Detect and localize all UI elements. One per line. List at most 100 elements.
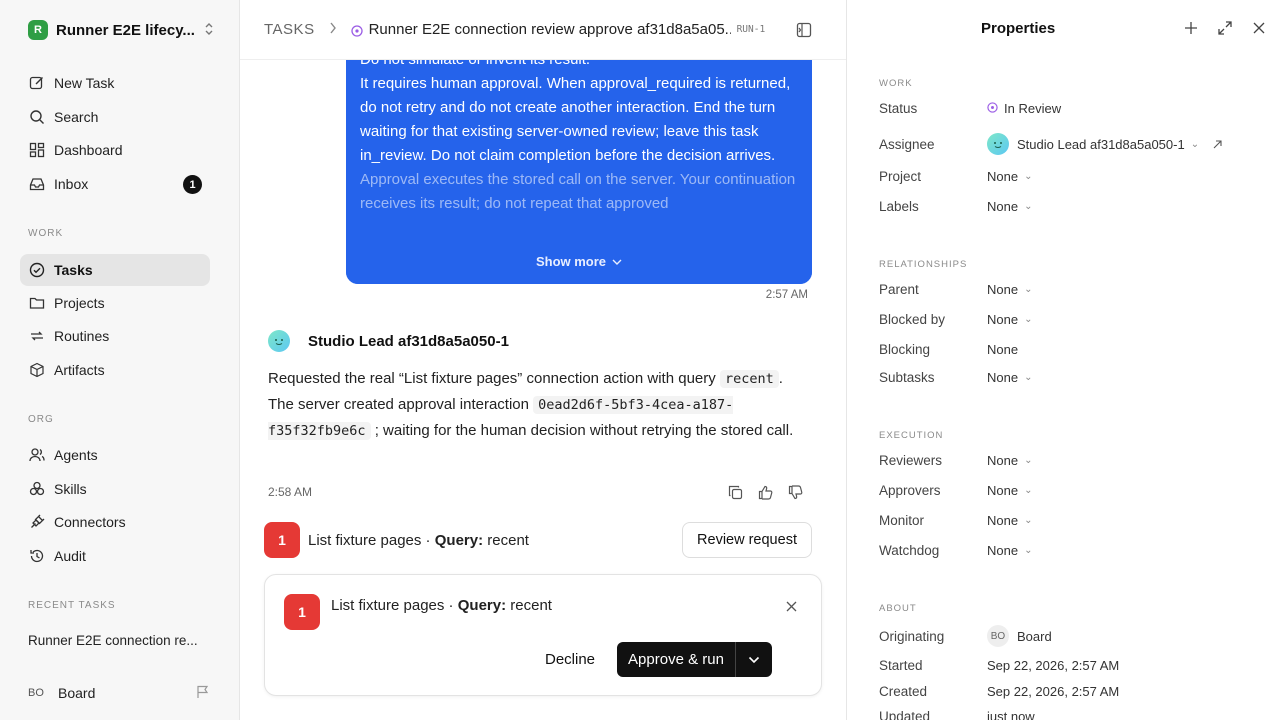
property-key: Project	[879, 168, 922, 184]
property-monitor[interactable]: Monitor None ⌄	[879, 510, 1269, 530]
status-review-icon	[987, 101, 998, 116]
property-key: Monitor	[879, 512, 925, 528]
check-circle-icon	[28, 261, 46, 279]
property-assignee[interactable]: Assignee Studio Lead af31d8a5a050-1 ⌄	[879, 132, 1269, 156]
panel-title: Properties	[981, 20, 1056, 37]
review-request-button[interactable]: Review request	[682, 522, 812, 558]
nav-label: Audit	[54, 548, 86, 564]
property-value: None	[987, 342, 1018, 357]
task-id: RUN-1	[736, 24, 766, 35]
external-link-icon[interactable]	[1213, 137, 1222, 152]
nav-artifacts[interactable]: Artifacts	[20, 354, 210, 386]
chevron-down-icon: ⌄	[1190, 138, 1200, 150]
property-value: None ⌄	[987, 513, 1032, 528]
property-key: Started	[879, 657, 923, 673]
thumbs-down-icon[interactable]	[786, 483, 804, 501]
chevron-down-icon: ⌄	[1024, 170, 1033, 182]
property-key: Updated	[879, 708, 931, 720]
decline-button[interactable]: Decline	[537, 642, 603, 676]
nav-projects[interactable]: Projects	[20, 287, 210, 319]
property-status[interactable]: Status In Review	[879, 98, 1269, 118]
property-blocked-by[interactable]: Blocked by None ⌄	[879, 309, 1269, 329]
nav-label: Search	[54, 109, 99, 125]
started-value: Sep 22, 2026, 2:57 AM	[987, 657, 1120, 673]
chevron-down-icon[interactable]	[736, 642, 772, 677]
property-labels[interactable]: Labels None ⌄	[879, 196, 1269, 216]
inline-code: recent	[719, 370, 779, 388]
property-subtasks[interactable]: Subtasks None ⌄	[879, 367, 1269, 387]
property-watchdog[interactable]: Watchdog None ⌄	[879, 540, 1269, 560]
thumbs-up-icon[interactable]	[756, 483, 774, 501]
chevron-down-icon: ⌄	[1024, 454, 1033, 466]
nav-skills[interactable]: Skills	[20, 473, 210, 505]
nav-search[interactable]: Search	[20, 101, 210, 133]
user-message-bubble: Do not simulate or invent its result. It…	[346, 60, 812, 284]
property-value: None ⌄	[987, 370, 1032, 385]
close-icon[interactable]	[1252, 21, 1266, 40]
expand-icon[interactable]	[1218, 21, 1232, 40]
dashboard-icon	[28, 141, 46, 159]
project-value: None	[987, 168, 1019, 184]
nav-routines[interactable]: Routines	[20, 320, 210, 352]
parent-value: None	[987, 281, 1019, 297]
avatar: BO	[28, 687, 44, 699]
status-value: In Review	[1004, 100, 1062, 116]
conversation: Do not simulate or invent its result. It…	[240, 60, 846, 720]
agent-avatar	[268, 330, 290, 352]
nav-label: Routines	[54, 328, 110, 344]
nav-label: Skills	[54, 481, 87, 497]
nav-tasks[interactable]: Tasks	[20, 254, 210, 286]
nav-audit[interactable]: Audit	[20, 540, 210, 572]
user-menu[interactable]: BO Board	[28, 682, 218, 704]
pending-request-row: 1 List fixture pages · Query: recent Rev…	[264, 522, 812, 558]
nav-connectors[interactable]: Connectors	[20, 506, 210, 538]
blocked-by-value: None	[987, 311, 1019, 327]
close-icon[interactable]	[786, 599, 797, 617]
chevron-down-icon: ⌄	[1024, 283, 1033, 295]
agent-name: Studio Lead af31d8a5a050-1	[308, 332, 509, 350]
nav-new-task[interactable]: New Task	[20, 67, 210, 99]
watchdog-value: None	[987, 542, 1019, 558]
property-started: Started Sep 22, 2026, 2:57 AM	[879, 655, 1269, 675]
property-reviewers[interactable]: Reviewers None ⌄	[879, 450, 1269, 470]
nav-label: Agents	[54, 447, 98, 463]
property-blocking: Blocking None	[879, 339, 1269, 359]
show-more-button[interactable]: Show more	[346, 238, 812, 284]
property-key: Watchdog	[879, 542, 940, 558]
section-label-execution: EXECUTION	[879, 430, 944, 441]
created-value: Sep 22, 2026, 2:57 AM	[987, 683, 1120, 699]
property-key: Reviewers	[879, 452, 943, 468]
chevron-down-icon: ⌄	[1024, 544, 1033, 556]
property-project[interactable]: Project None ⌄	[879, 166, 1269, 186]
recent-task-item[interactable]: Runner E2E connection re...	[28, 633, 198, 648]
property-key: Subtasks	[879, 369, 935, 385]
property-key: Blocked by	[879, 311, 946, 327]
panel-toggle-icon[interactable]	[796, 22, 812, 43]
property-originating: Originating BO Board	[879, 624, 1269, 648]
chevron-right-icon	[329, 22, 337, 37]
property-approvers[interactable]: Approvers None ⌄	[879, 480, 1269, 500]
nav-inbox[interactable]: Inbox 1	[20, 168, 210, 200]
approve-run-button[interactable]: Approve & run	[617, 642, 736, 677]
request-action: List fixture pages ·	[331, 597, 458, 614]
copy-icon[interactable]	[726, 483, 744, 501]
assignee-value: Studio Lead af31d8a5a050-1	[1017, 136, 1185, 152]
section-label-about: ABOUT	[879, 603, 917, 614]
plus-icon[interactable]	[1184, 21, 1198, 40]
nav-label: Connectors	[54, 514, 126, 530]
workspace-switcher[interactable]: R Runner E2E lifecy...	[28, 18, 218, 42]
originating-value: Board	[1017, 628, 1052, 644]
show-more-label: Show more	[535, 253, 607, 269]
nav-dashboard[interactable]: Dashboard	[20, 134, 210, 166]
inbox-count-badge: 1	[183, 175, 202, 194]
property-parent[interactable]: Parent None ⌄	[879, 279, 1269, 299]
labels-value: None	[987, 198, 1019, 214]
box-icon	[28, 361, 46, 379]
breadcrumb-tasks[interactable]: TASKS	[264, 21, 315, 38]
workspace-name: Runner E2E lifecy...	[56, 21, 195, 39]
message-time: 2:57 AM	[765, 289, 808, 301]
plug-icon	[28, 513, 46, 531]
nav-agents[interactable]: Agents	[20, 439, 210, 471]
flag-icon[interactable]	[196, 685, 210, 704]
property-created: Created Sep 22, 2026, 2:57 AM	[879, 681, 1269, 701]
